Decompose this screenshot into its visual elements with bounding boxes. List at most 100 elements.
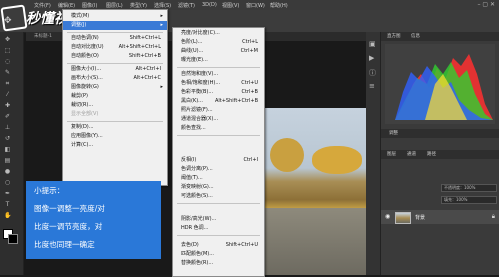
move-icon[interactable]: ✥ — [4, 36, 11, 43]
brush-preset-icon[interactable]: ≡ — [369, 82, 375, 90]
tab-paths[interactable]: 路径 — [427, 151, 436, 157]
photo-tree — [270, 138, 304, 172]
menu-item-black-white[interactable]: 黑白(K)... Alt+Shift+Ctrl+B — [173, 97, 264, 106]
opacity-field[interactable]: 不透明度：100% — [441, 184, 497, 192]
menu-item-vibrance[interactable]: 自然饱和度(V)... — [173, 70, 264, 79]
menu-layer[interactable]: 图层(L) — [106, 2, 123, 9]
image-menu-dropdown: 模式(M) ▸ 调整(J) ▸ 自动色调(N) Shift+Ctrl+L 自动对比度(… — [62, 9, 168, 186]
menu-item-levels[interactable]: 色阶(L)... Ctrl+L — [173, 38, 264, 47]
eraser-icon[interactable]: ◧ — [4, 146, 11, 153]
tab-adjustments[interactable]: 调整 — [389, 130, 398, 136]
menu-3d[interactable]: 3D(D) — [202, 2, 217, 8]
eyedropper-icon[interactable]: ⁄ — [4, 91, 11, 98]
tools-panel: ✥ ⬚ ◌ ✎ ⌗ ⁄ ✚ ✐ ⊥ ↺ ◧ ▤ ● ○ ✒ T ✋ — [0, 32, 24, 275]
menu-item-label: 色调分离(P)... — [181, 166, 213, 172]
healing-brush-icon[interactable]: ✚ — [4, 102, 11, 109]
menu-item-curves[interactable]: 曲线(U)... Ctrl+M — [173, 47, 264, 56]
tab-channels[interactable]: 通道 — [407, 151, 416, 157]
dodge-icon[interactable]: ○ — [4, 179, 11, 186]
stamp-icon[interactable]: ⊥ — [4, 124, 11, 131]
tip-line: 比度一调节亮度，对 — [34, 222, 103, 231]
quick-select-icon[interactable]: ✎ — [4, 69, 11, 76]
pen-icon[interactable]: ✒ — [4, 190, 11, 197]
tip-box: 小提示： 图像一调整一亮度/对 比度一调节亮度，对 比度也同理一确定 — [26, 181, 161, 259]
tab-info[interactable]: 信息 — [411, 33, 420, 39]
menu-item-auto-contrast[interactable]: 自动对比度(U) Alt+Shift+Ctrl+L — [63, 43, 167, 52]
menu-item-color-lookup[interactable]: 颜色查找... — [173, 124, 264, 133]
menu-item-gradient-map[interactable]: 渐变映射(G)... — [173, 183, 264, 192]
gradient-icon[interactable]: ▤ — [4, 157, 11, 164]
menu-item-apply-image[interactable]: 应用图像(Y)... — [63, 132, 167, 141]
menu-item-threshold[interactable]: 阈值(T)... — [173, 174, 264, 183]
menu-item-shortcut: Shift+Ctrl+B — [128, 53, 161, 59]
tab-histogram[interactable]: 直方图 — [387, 33, 401, 39]
marquee-icon[interactable]: ⬚ — [4, 47, 11, 54]
menu-item-hdr-toning[interactable]: HDR 色调... — [173, 224, 264, 233]
menu-item-auto-tone[interactable]: 自动色调(N) Shift+Ctrl+L — [63, 34, 167, 43]
menu-select[interactable]: 选择(S) — [154, 2, 171, 9]
menu-item-shortcut: Alt+Shift+Ctrl+B — [214, 98, 258, 104]
photo-tree — [312, 146, 362, 174]
menu-item-match-color[interactable]: 匹配颜色(M)... — [173, 250, 264, 259]
info-icon[interactable]: ⓘ — [369, 68, 376, 78]
tip-title: 小提示： — [34, 186, 65, 195]
menu-item-label: 计算(C)... — [71, 142, 94, 148]
menu-item-label: 可选颜色(S)... — [181, 193, 213, 199]
blur-icon[interactable]: ● — [4, 168, 11, 175]
layer-row-background[interactable]: ◉ 背景 🔒︎ — [381, 210, 499, 224]
menu-item-label: 自动颜色(O) — [71, 53, 99, 59]
window-controls-icon[interactable]: – ▢ ✕ — [477, 1, 495, 8]
menu-item-shortcut: Ctrl+L — [242, 39, 258, 45]
menu-item-reveal-all: 显示全部(V) — [63, 110, 167, 119]
menu-item-duplicate[interactable]: 复制(D)... — [63, 123, 167, 132]
menu-item-shadows-highlights[interactable]: 阴影/高光(W)... — [173, 215, 264, 224]
menu-item-label: 阴影/高光(W)... — [181, 216, 217, 222]
menu-item-replace-color[interactable]: 替换颜色(R)... — [173, 259, 264, 268]
menu-item-brightness-contrast[interactable]: 亮度/对比度(C)... — [173, 29, 264, 38]
brush-icon[interactable]: ✐ — [4, 113, 11, 120]
menu-item-selective-color[interactable]: 可选颜色(S)... — [173, 192, 264, 201]
play-icon[interactable]: ▶ — [369, 54, 374, 62]
menu-item-image-size[interactable]: 图像大小(I)... Alt+Ctrl+I — [63, 65, 167, 74]
menu-item-exposure[interactable]: 曝光度(E)... — [173, 56, 264, 65]
background-color-swatch[interactable] — [8, 234, 18, 244]
menu-item-canvas-size[interactable]: 画布大小(S)... Alt+Ctrl+C — [63, 74, 167, 83]
menu-window[interactable]: 窗口(W) — [246, 2, 265, 9]
lasso-icon[interactable]: ◌ — [4, 58, 11, 65]
menu-item-image-rotation[interactable]: 图像旋转(G) ▸ — [63, 83, 167, 92]
menu-item-shortcut: Ctrl+B — [241, 89, 258, 95]
menu-item-crop[interactable]: 裁剪(P) — [63, 92, 167, 101]
menu-item-trim[interactable]: 裁切(R)... — [63, 101, 167, 110]
menu-help[interactable]: 帮助(H) — [270, 2, 288, 9]
menu-item-label: 去色(D) — [181, 242, 199, 248]
menu-item-invert[interactable]: 反相(I) Ctrl+I — [173, 156, 264, 165]
menu-type[interactable]: 类型(Y) — [130, 2, 147, 9]
crop-icon[interactable]: ⌗ — [4, 80, 11, 87]
document-tab[interactable]: 未标题-1 — [34, 33, 52, 39]
menu-separator — [177, 135, 260, 136]
panel-icon-strip: ▣ ▶ ⓘ ≡ — [366, 32, 381, 275]
menu-item-color-balance[interactable]: 色彩平衡(B)... Ctrl+B — [173, 88, 264, 97]
history-icon[interactable]: ▣ — [369, 40, 376, 48]
eye-icon[interactable]: ◉ — [385, 213, 390, 220]
menu-item-calculations[interactable]: 计算(C)... — [63, 141, 167, 150]
menu-item-mode[interactable]: 模式(M) ▸ — [63, 12, 167, 21]
hand-icon[interactable]: ✋ — [4, 212, 11, 219]
tab-layers[interactable]: 图层 — [387, 151, 396, 157]
menu-item-label: 图像大小(I)... — [71, 66, 102, 72]
menu-item-desaturate[interactable]: 去色(D) Shift+Ctrl+U — [173, 241, 264, 250]
type-icon[interactable]: T — [4, 201, 11, 208]
menu-item-photo-filter[interactable]: 照片滤镜(F)... — [173, 106, 264, 115]
menu-view[interactable]: 视图(V) — [222, 2, 239, 9]
menu-item-label: 应用图像(Y)... — [71, 133, 103, 139]
menu-item-adjustments[interactable]: 调整(J) ▸ — [63, 21, 167, 30]
fill-field[interactable]: 填充：100% — [441, 196, 497, 204]
menu-filter[interactable]: 滤镜(T) — [178, 2, 195, 9]
menu-item-channel-mixer[interactable]: 通道混合器(X)... — [173, 115, 264, 124]
menu-item-label: 自动色调(N) — [71, 35, 99, 41]
menu-item-hue-saturation[interactable]: 色相/饱和度(H)... Ctrl+U — [173, 79, 264, 88]
document-photo[interactable] — [262, 108, 370, 275]
menu-item-posterize[interactable]: 色调分离(P)... — [173, 165, 264, 174]
history-brush-icon[interactable]: ↺ — [4, 135, 11, 142]
menu-item-auto-color[interactable]: 自动颜色(O) Shift+Ctrl+B — [63, 52, 167, 61]
